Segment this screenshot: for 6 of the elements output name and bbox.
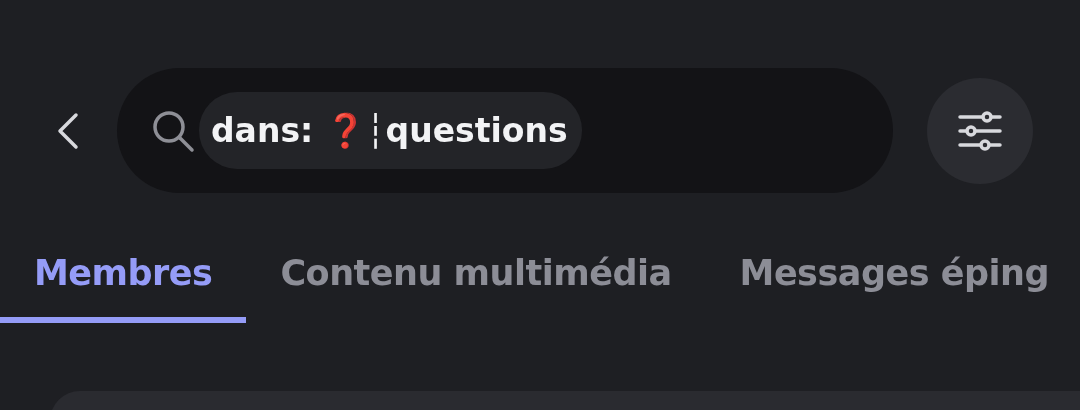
- tab[interactable]: Messages éping: [705, 229, 1080, 323]
- sliders-icon: [957, 110, 1003, 151]
- tab[interactable]: Membres: [0, 229, 247, 323]
- tab[interactable]: Contenu multimédia: [246, 229, 706, 323]
- search-filter-chip[interactable]: dans: ❓┆questions: [199, 92, 582, 169]
- search-field[interactable]: dans: ❓┆questions: [117, 68, 893, 193]
